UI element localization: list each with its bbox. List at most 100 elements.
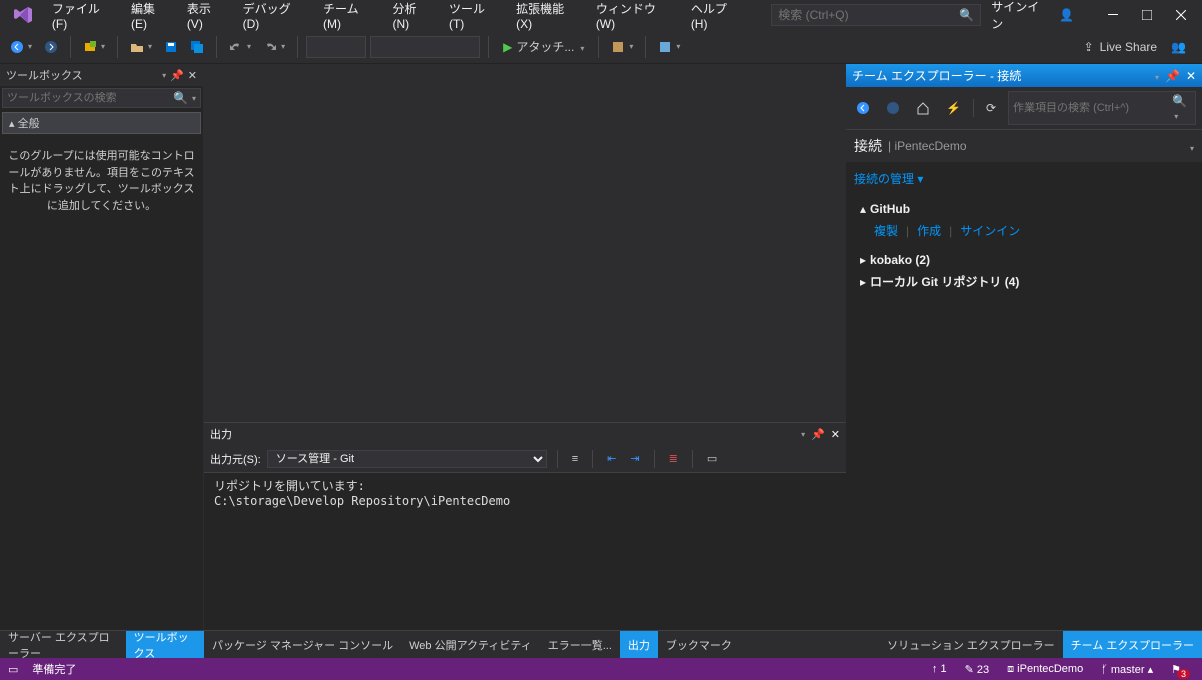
team-home-button[interactable] [912, 97, 934, 119]
menu-window[interactable]: ウィンドウ(W) [588, 0, 683, 35]
editor-area: 出力 📌 ✕ 出力元(S): ソース管理 - Git ≡ ⇤ ⇥ ≣ ▭ リポジ… [204, 64, 846, 630]
title-bar: ファイル(F) 編集(E) 表示(V) デバッグ(D) チーム(M) 分析(N)… [0, 0, 1202, 30]
collapse-icon: ▴ [9, 118, 15, 130]
tree-node-kobako[interactable]: ▸kobako (2) [854, 250, 1194, 270]
status-unpushed[interactable]: ↑ 1 [932, 663, 947, 675]
expand-icon: ▴ [860, 202, 866, 216]
output-indent-left-button[interactable]: ⇤ [603, 448, 620, 469]
nav-back-button[interactable] [6, 36, 36, 58]
toolbox-search[interactable]: 🔍 [2, 88, 201, 108]
solution-platform-combo[interactable] [370, 36, 480, 58]
feedback-icon[interactable]: 👥 [1171, 40, 1186, 54]
play-icon: ▶ [503, 40, 512, 54]
branch-icon: ᚶ [1101, 664, 1108, 676]
team-back-button[interactable] [852, 97, 874, 119]
signin-label[interactable]: サインイン [991, 0, 1051, 32]
pin-icon[interactable]: 📌 [1165, 69, 1180, 83]
team-plug-icon[interactable]: ⚡ [942, 97, 965, 119]
close-icon[interactable]: ✕ [831, 428, 840, 441]
tab-server-explorer[interactable]: サーバー エクスプローラー [0, 631, 126, 658]
team-forward-button[interactable] [882, 97, 904, 119]
tab-solution-explorer[interactable]: ソリューション エクスプローラー [879, 631, 1063, 658]
account-icon[interactable]: 👤 [1059, 8, 1074, 22]
tab-web-publish[interactable]: Web 公開アクティビティ [401, 631, 540, 658]
menu-debug[interactable]: デバッグ(D) [235, 0, 315, 35]
toolbox-search-input[interactable] [7, 92, 173, 104]
gh-signin-link[interactable]: サインイン [960, 222, 1020, 239]
output-dropdown-icon[interactable] [799, 428, 805, 440]
new-project-button[interactable] [79, 36, 109, 58]
toolbox-empty-message: このグループには使用可能なコントロールがありません。項目をこのテキスト上にドラッ… [0, 136, 203, 226]
pin-icon[interactable]: 📌 [811, 428, 825, 441]
chevron-down-icon[interactable] [1188, 138, 1194, 154]
attach-label: アタッチ... [516, 38, 574, 55]
output-from-label: 出力元(S): [210, 451, 261, 467]
status-changes[interactable]: ✎ 23 [965, 663, 990, 676]
undo-button[interactable] [225, 36, 255, 58]
tab-toolbox[interactable]: ツールボックス [126, 631, 204, 658]
toolbox-dropdown-icon[interactable] [160, 69, 166, 81]
solution-config-combo[interactable] [306, 36, 366, 58]
connect-header[interactable]: 接続 | iPentecDemo [846, 130, 1202, 162]
arrow-up-icon: ↑ [932, 663, 938, 675]
save-all-button[interactable] [186, 36, 208, 58]
live-share-button[interactable]: ⇪ Live Share [1084, 40, 1157, 54]
menu-extensions[interactable]: 拡張機能(X) [508, 0, 588, 35]
menu-view[interactable]: 表示(V) [179, 0, 235, 35]
tree-node-local-git[interactable]: ▸ローカル Git リポジトリ (4) [854, 270, 1194, 293]
quick-search[interactable]: 🔍 [771, 4, 981, 26]
chevron-up-icon: ▴ [1148, 664, 1154, 676]
toolbox-title: ツールボックス [6, 67, 83, 83]
output-wrap-button[interactable]: ≣ [665, 448, 682, 469]
team-explorer-title: チーム エクスプローラー - 接続 [852, 67, 1021, 84]
pin-icon[interactable]: 📌 [170, 69, 184, 82]
output-content[interactable]: リポジトリを開いています: C:\storage\Develop Reposit… [204, 473, 846, 630]
window-controls [1096, 2, 1198, 28]
github-section[interactable]: ▴GitHub [854, 199, 1194, 219]
nav-forward-button[interactable] [40, 36, 62, 58]
output-title: 出力 [210, 426, 232, 442]
output-toggle-button[interactable]: ▭ [703, 448, 721, 469]
status-notifications[interactable]: ⚑3 [1171, 663, 1194, 676]
toolbox-section-general[interactable]: ▴ 全般 [2, 112, 201, 134]
close-button[interactable] [1164, 2, 1198, 28]
status-branch[interactable]: ᚶ master ▴ [1101, 663, 1153, 676]
team-search-input[interactable] [1013, 102, 1172, 114]
close-icon[interactable]: ✕ [1186, 69, 1196, 83]
close-icon[interactable]: ✕ [188, 69, 197, 82]
quick-search-input[interactable] [778, 8, 959, 22]
menu-edit[interactable]: 編集(E) [123, 0, 179, 35]
output-indent-right-button[interactable]: ⇥ [626, 448, 643, 469]
menu-analyze[interactable]: 分析(N) [384, 0, 441, 35]
tab-team-explorer[interactable]: チーム エクスプローラー [1063, 631, 1202, 658]
toolbar-btn-a[interactable] [607, 36, 637, 58]
manage-connections-link[interactable]: 接続の管理 ▾ [854, 172, 923, 186]
gh-create-link[interactable]: 作成 [917, 222, 941, 239]
save-button[interactable] [160, 36, 182, 58]
toolbar-btn-b[interactable] [654, 36, 684, 58]
redo-button[interactable] [259, 36, 289, 58]
menu-tools[interactable]: ツール(T) [441, 0, 508, 35]
menu-team[interactable]: チーム(M) [315, 0, 384, 35]
team-dropdown-icon[interactable] [1153, 69, 1159, 83]
signin-area[interactable]: サインイン 👤 [981, 0, 1084, 32]
tab-pmc[interactable]: パッケージ マネージャー コンソール [204, 631, 401, 658]
tab-bookmarks[interactable]: ブックマーク [658, 631, 740, 658]
tab-output[interactable]: 出力 [620, 631, 658, 658]
tab-error-list[interactable]: エラー一覧... [540, 631, 620, 658]
menu-file[interactable]: ファイル(F) [44, 0, 123, 35]
team-search[interactable]: 🔍 [1008, 91, 1196, 125]
output-source-select[interactable]: ソース管理 - Git [267, 450, 547, 468]
pencil-icon: ✎ [965, 664, 974, 676]
attach-button[interactable]: ▶ アタッチ... [497, 36, 590, 57]
expand-icon: ▸ [860, 275, 866, 289]
gh-clone-link[interactable]: 複製 [874, 222, 898, 239]
output-clear-button[interactable]: ≡ [568, 449, 582, 469]
open-file-button[interactable] [126, 36, 156, 58]
status-repo[interactable]: ⧈ iPentecDemo [1007, 663, 1083, 676]
output-panel: 出力 📌 ✕ 出力元(S): ソース管理 - Git ≡ ⇤ ⇥ ≣ ▭ リポジ… [204, 422, 846, 630]
menu-help[interactable]: ヘルプ(H) [683, 0, 751, 35]
minimize-button[interactable] [1096, 2, 1130, 28]
maximize-button[interactable] [1130, 2, 1164, 28]
team-refresh-button[interactable]: ⟳ [982, 97, 1000, 119]
